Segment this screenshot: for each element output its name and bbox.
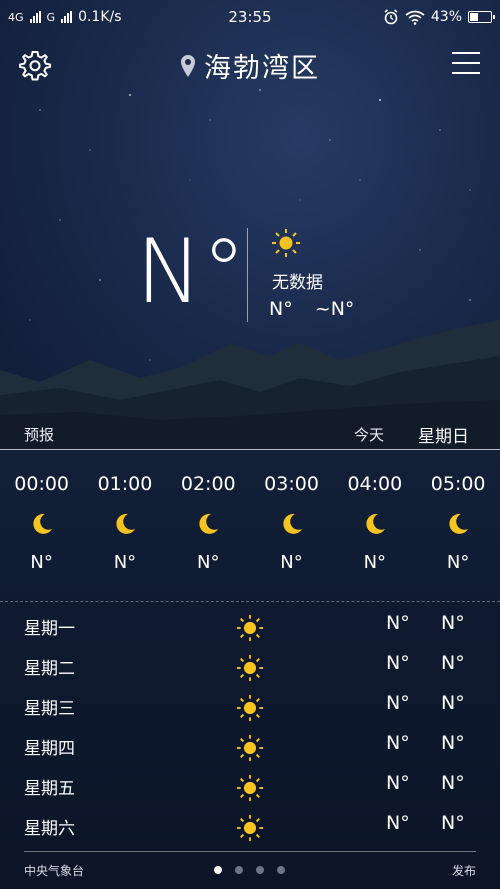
publish-label: 发布 [451,864,476,878]
moon-icon [366,513,385,534]
alarm-icon [384,9,398,25]
daily-row: 星期三 N° N° [0,686,500,726]
current-weekday: 星期日 [418,427,469,447]
hourly-item: 00:00 N° [0,470,83,590]
data-source: 中央气象台 [24,864,85,878]
hour-time: 02:00 [180,473,236,495]
header: 海勃湾区 [0,40,500,88]
page-dot[interactable] [277,866,285,874]
day-low: N° [441,652,465,674]
current-temperature: N° [136,220,246,323]
hour-temp: N° [446,552,470,573]
current-weather: N° 无数据 N° ~N° [136,222,396,332]
day-low: N° [441,772,465,794]
status-bar: 4G G 0.1K/s 23:55 43% [0,0,500,34]
hour-time: 01:00 [97,473,153,495]
page-dot[interactable] [235,866,243,874]
day-low: N° [441,692,465,714]
network-type-2: G [46,10,56,24]
hourly-item: 04:00 N° [333,470,416,590]
hour-temp: N° [30,552,53,573]
current-description: 无数据 [272,273,323,293]
daily-row: 星期四 N° N° [0,726,500,766]
divider [0,449,500,450]
range-low: N° [269,298,293,320]
day-high: N° [386,812,410,834]
day-low: N° [441,812,465,834]
day-name: 星期三 [24,699,75,719]
daily-forecast: 星期一 N° N° 星期二 N° N° 星期三 N° N° 星期四 N° N° … [0,606,500,846]
menu-button[interactable] [452,52,480,76]
page-indicator[interactable] [214,866,285,874]
daily-row: 星期一 N° N° [0,606,500,646]
hourly-forecast[interactable]: 00:00 N° 01:00 N° 02:00 N° 03:00 N° 04:0… [0,470,500,590]
day-high: N° [386,732,410,754]
day-high: N° [386,692,410,714]
hour-time: 03:00 [264,473,319,495]
sun-icon [236,814,264,842]
daily-row: 星期六 N° N° [0,806,500,846]
day-high: N° [386,652,410,674]
hourly-item: 05:00 N° [416,470,499,590]
divider [0,601,500,602]
sun-icon [236,734,264,762]
day-name: 星期四 [24,739,75,759]
hour-time: 05:00 [430,473,486,495]
battery-percent: 43% [430,9,462,25]
daily-row: 星期五 N° N° [0,766,500,806]
day-name: 星期二 [24,659,75,679]
menu-icon [452,52,480,74]
today-label: 今天 [354,426,385,444]
page-dot[interactable] [214,866,222,874]
divider [247,228,248,322]
hour-time: 04:00 [347,473,403,495]
moon-icon [449,513,469,534]
day-low: N° [441,612,465,634]
page-dot[interactable] [256,866,264,874]
moon-icon [33,513,52,534]
current-range: N° ~N° [269,298,354,320]
moon-icon [199,513,219,534]
hourly-item: 03:00 N° [250,470,333,590]
network-speed: 0.1K/s [78,9,122,25]
city-title[interactable]: 海勃湾区 [204,46,320,85]
range-high: N° [330,298,355,320]
sun-icon [272,229,300,257]
day-low: N° [441,732,465,754]
battery-icon [468,11,495,23]
sun-icon [236,654,264,682]
hourly-item: 02:00 N° [167,470,250,590]
hour-temp: N° [280,552,303,573]
hourly-item: 01:00 N° [83,470,166,590]
hour-time: 00:00 [14,473,70,495]
day-name: 星期一 [24,619,75,639]
day-high: N° [386,772,410,794]
hour-temp: N° [363,552,387,573]
hour-temp: N° [197,552,220,573]
day-name: 星期五 [24,779,75,799]
signal-icon [29,11,41,23]
signal-icon [61,11,73,23]
day-high: N° [386,612,410,634]
day-name: 星期六 [24,819,75,839]
hour-temp: N° [113,552,137,573]
forecast-label: 预报 [24,426,55,444]
daily-row: 星期二 N° N° [0,646,500,686]
location-pin-icon [181,54,195,77]
range-separator: ~ [314,298,331,320]
moon-icon [282,513,302,534]
divider [24,851,476,852]
sun-icon [236,774,264,802]
network-type-1: 4G [8,10,24,24]
sun-icon [236,614,264,642]
moon-icon [116,513,135,534]
wifi-icon [405,10,425,25]
sun-icon [236,694,264,722]
